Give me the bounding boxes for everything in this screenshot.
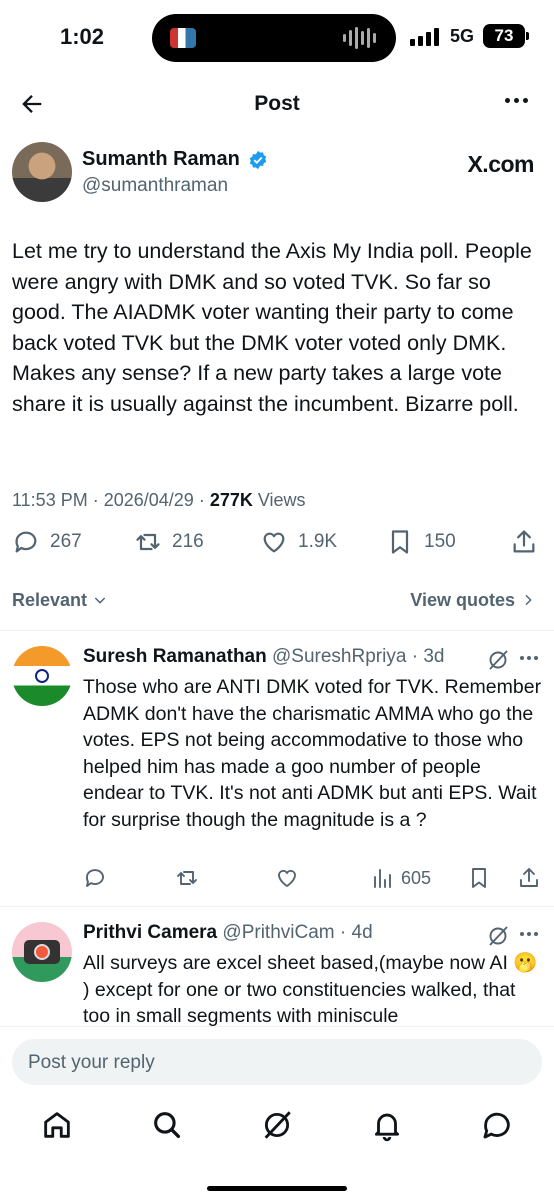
share-icon xyxy=(513,530,535,553)
views-icon xyxy=(374,869,391,888)
reply-author-name[interactable]: Suresh Ramanathan xyxy=(83,646,267,667)
views-label: Views xyxy=(257,490,306,510)
reply-button[interactable]: 267 xyxy=(12,528,82,556)
views-count: 605 xyxy=(401,867,432,888)
sort-label: Relevant xyxy=(12,590,88,610)
repost-icon xyxy=(177,871,197,885)
like-button[interactable]: 1.9K xyxy=(260,528,337,556)
home-icon xyxy=(44,1112,70,1138)
messages-icon xyxy=(483,1112,510,1139)
home-indicator xyxy=(207,1186,347,1191)
audio-wave-icon xyxy=(343,26,376,50)
compose-bar: Post your reply xyxy=(0,1026,554,1100)
source-mark: X.com xyxy=(467,151,534,177)
post-text: Let me try to understand the Axis My Ind… xyxy=(12,239,532,416)
avatar[interactable] xyxy=(12,922,72,982)
author-name[interactable]: Sumanth Raman xyxy=(82,148,240,171)
search-icon xyxy=(154,1112,181,1139)
views-count: 277K xyxy=(209,490,253,510)
post-author: Sumanth Raman @sumanthraman X.com xyxy=(12,140,542,206)
reply-button[interactable] xyxy=(83,866,107,890)
reply-age: 3d xyxy=(423,646,445,667)
reply-author-name[interactable]: Prithvi Camera xyxy=(83,922,217,943)
share-button[interactable] xyxy=(517,866,541,890)
author-handle[interactable]: @sumanthraman xyxy=(82,175,228,197)
bookmark-icon xyxy=(391,530,409,554)
reply-age: 4d xyxy=(351,922,373,943)
reply-header: Prithvi Camera @PrithviCam · 4d xyxy=(83,922,373,943)
network-type: 5G xyxy=(450,26,475,46)
reply-input[interactable]: Post your reply xyxy=(12,1039,542,1085)
more-icon[interactable] xyxy=(505,98,528,103)
like-icon xyxy=(263,532,285,553)
chevron-down-icon xyxy=(94,597,106,604)
reply-author-handle[interactable]: @SureshRpriya xyxy=(272,646,406,667)
repost-button[interactable] xyxy=(175,866,199,890)
repost-icon xyxy=(136,533,160,551)
repost-count: 216 xyxy=(172,531,204,552)
post-header: Post xyxy=(0,80,554,130)
chevron-right-icon xyxy=(525,594,532,606)
reply-actions: 605 xyxy=(83,866,543,894)
reply-text: All surveys are excel sheet based,(maybe… xyxy=(83,952,538,1026)
tab-notifications[interactable] xyxy=(370,1108,404,1142)
reply-icon xyxy=(15,531,37,553)
grok-icon xyxy=(264,1111,291,1139)
grok-icon[interactable] xyxy=(486,648,510,672)
bookmark-button[interactable]: 150 xyxy=(386,528,456,556)
reply-author-handle[interactable]: @PrithviCam xyxy=(222,922,334,943)
page-title: Post xyxy=(254,92,300,115)
tab-search[interactable] xyxy=(150,1108,184,1142)
bookmark-count: 150 xyxy=(424,531,456,552)
tab-grok[interactable] xyxy=(260,1108,294,1142)
reply-item[interactable]: Prithvi Camera @PrithviCam · 4d All surv… xyxy=(0,922,554,1026)
like-icon xyxy=(278,869,296,887)
view-quotes-label: View quotes xyxy=(410,590,515,610)
reply-header: Suresh Ramanathan @SureshRpriya · 3d xyxy=(83,646,445,667)
bookmark-icon xyxy=(472,868,486,888)
avatar[interactable] xyxy=(12,142,72,202)
grok-icon[interactable] xyxy=(486,924,510,948)
view-quotes-link[interactable]: View quotes xyxy=(410,590,536,611)
post-date: 2026/04/29 xyxy=(103,490,194,510)
sort-dropdown[interactable]: Relevant xyxy=(12,590,108,611)
reply-text: Those who are ANTI DMK voted for TVK. Re… xyxy=(83,676,542,831)
battery-icon: 73 xyxy=(483,24,525,48)
post-meta: 11:53 PM · 2026/04/29 · 277K Views xyxy=(12,490,306,510)
dynamic-island xyxy=(152,14,396,62)
more-icon[interactable] xyxy=(520,656,538,660)
notifications-icon xyxy=(374,1113,400,1142)
status-time: 1:02 xyxy=(60,24,105,49)
share-button[interactable] xyxy=(510,528,538,556)
bookmark-button[interactable] xyxy=(467,866,491,890)
repost-button[interactable]: 216 xyxy=(134,528,204,556)
back-arrow-icon[interactable] xyxy=(18,90,46,118)
bottom-tab-bar xyxy=(0,1100,554,1200)
tab-home[interactable] xyxy=(40,1108,74,1142)
reply-filter-row: Relevant View quotes xyxy=(12,588,542,614)
battery-tip xyxy=(526,32,529,40)
verified-badge-icon xyxy=(249,150,267,170)
signal-icon xyxy=(410,28,439,46)
post-time: 11:53 PM xyxy=(12,490,88,510)
status-bar: 1:02 5G 73 xyxy=(0,0,554,76)
more-icon[interactable] xyxy=(520,932,538,936)
avatar[interactable] xyxy=(12,646,72,706)
like-count: 1.9K xyxy=(298,531,338,552)
reply-item[interactable]: Suresh Ramanathan @SureshRpriya · 3d Tho… xyxy=(0,646,554,906)
like-button[interactable] xyxy=(275,866,299,890)
divider xyxy=(0,906,554,907)
divider xyxy=(0,630,554,631)
reply-count: 267 xyxy=(50,531,82,552)
share-icon xyxy=(520,868,538,887)
island-app-icon xyxy=(170,28,196,48)
views-button[interactable]: 605 xyxy=(371,866,431,890)
post-actions: 267 216 1.9K 150 xyxy=(12,528,542,564)
reply-icon xyxy=(85,869,104,887)
tab-messages[interactable] xyxy=(480,1108,514,1142)
